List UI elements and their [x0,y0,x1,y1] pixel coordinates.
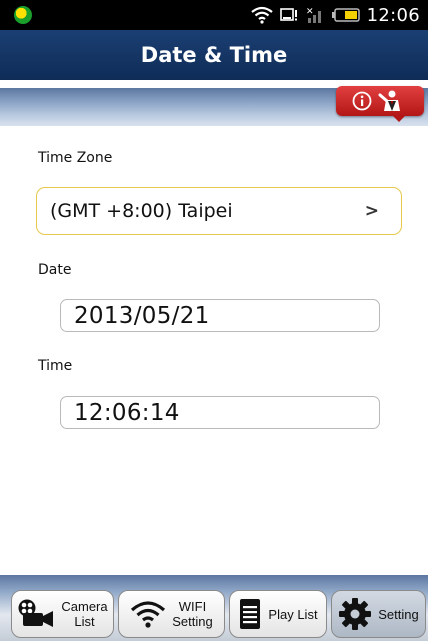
tab-camera-list-label: Camera List [61,599,108,629]
time-zone-label: Time Zone [38,150,113,166]
tab-wifi-setting[interactable]: WIFI Setting [118,590,225,638]
title-bar: Date & Time [0,30,428,80]
help-person-icon [378,90,400,111]
notification-icon [279,8,297,21]
time-zone-value: (GMT +8:00) Taipei [50,200,233,222]
wifi-icon [131,601,166,628]
status-bar: ✕ 12:06 [0,0,428,30]
document-icon [240,599,261,629]
battery-icon [331,8,360,22]
camera-icon [18,599,54,627]
time-label: Time [38,358,73,374]
time-value: 12:06:14 [74,399,180,426]
date-label: Date [38,262,72,278]
status-right: ✕ 12:06 [250,4,420,26]
tab-play-list[interactable]: Play List [229,590,327,638]
tab-wifi-setting-label: WIFI Setting [172,599,213,629]
date-field[interactable]: 2013/05/21 [60,299,380,332]
signal-icon: ✕ [306,7,321,23]
info-icon [352,91,372,111]
tab-setting[interactable]: Setting [331,590,426,638]
svg-text:✕: ✕ [306,7,314,17]
help-button[interactable] [336,86,424,116]
time-field[interactable]: 12:06:14 [60,396,380,429]
app-icon [14,6,32,24]
date-value: 2013/05/21 [74,302,210,329]
time-zone-select[interactable]: (GMT +8:00) Taipei > [36,187,402,235]
gear-icon [339,598,372,630]
status-left [14,6,32,24]
help-button-pointer [392,115,406,122]
chevron-right-icon: > [364,201,379,221]
status-time: 12:06 [366,4,420,26]
tab-camera-list[interactable]: Camera List [11,590,114,638]
wifi-icon [250,6,273,24]
tab-play-list-label: Play List [268,606,318,622]
tab-setting-label: Setting [378,606,419,622]
page-title: Date & Time [140,43,288,67]
